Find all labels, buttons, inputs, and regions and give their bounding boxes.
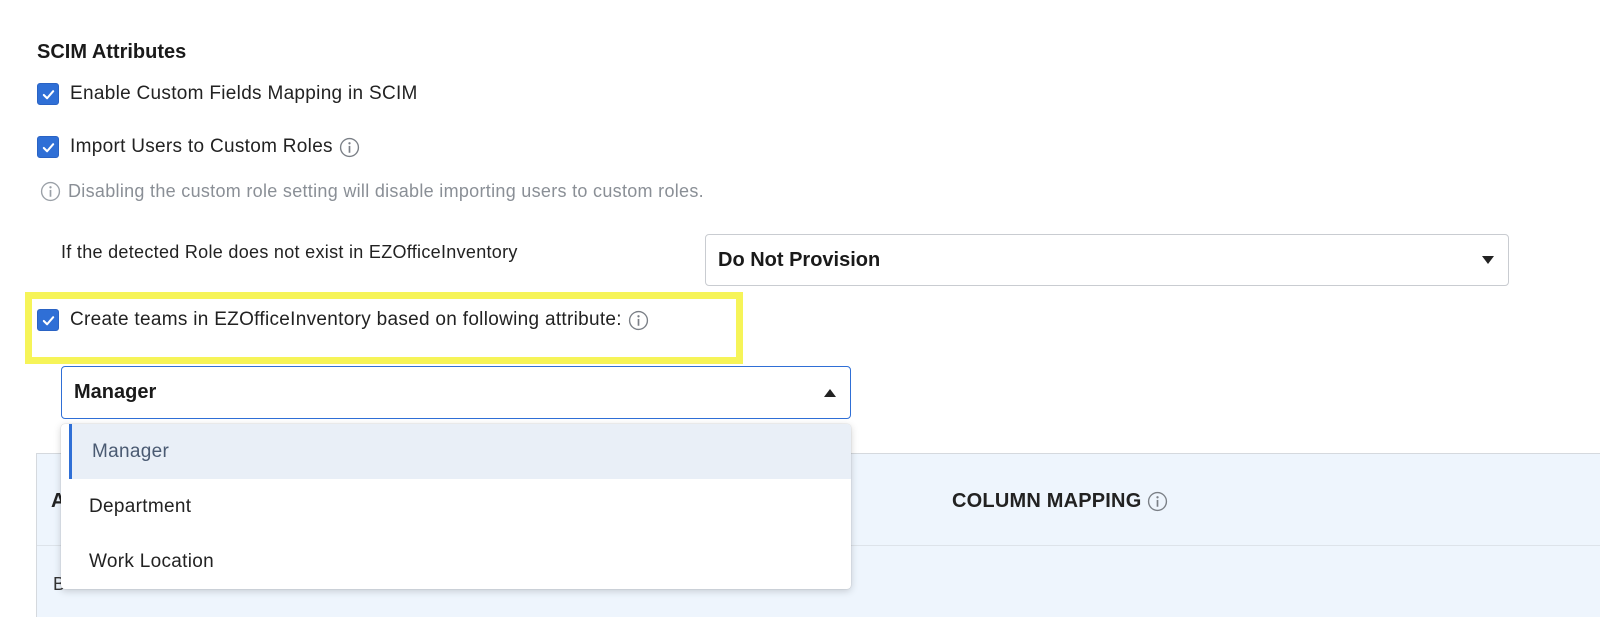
checkmark-icon	[42, 89, 54, 99]
info-icon[interactable]	[628, 310, 649, 331]
info-icon	[40, 181, 61, 202]
team-attribute-dropdown: Manager Department Work Location	[61, 424, 851, 589]
dropdown-option-department[interactable]: Department	[61, 479, 851, 534]
role-missing-label: If the detected Role does not exist in E…	[61, 242, 518, 262]
column-mapping-label: COLUMN MAPPING	[952, 490, 1142, 512]
custom-roles-hint: Disabling the custom role setting will d…	[40, 181, 704, 202]
caret-up-icon	[824, 388, 836, 397]
table-header-mapping: COLUMN MAPPING	[952, 490, 1168, 513]
custom-fields-row: Enable Custom Fields Mapping in SCIM	[37, 83, 418, 105]
checkmark-icon	[42, 315, 54, 325]
team-attribute-value: Manager	[74, 381, 157, 403]
info-icon[interactable]	[339, 137, 360, 158]
create-teams-row: Create teams in EZOfficeInventory based …	[37, 309, 649, 331]
section-title: SCIM Attributes	[37, 41, 187, 63]
info-icon[interactable]	[1147, 491, 1168, 512]
custom-fields-checkbox[interactable]	[37, 83, 59, 105]
custom-roles-row: Import Users to Custom Roles	[37, 136, 360, 158]
checkmark-icon	[42, 142, 54, 152]
create-teams-checkbox[interactable]	[37, 309, 59, 331]
custom-roles-checkbox[interactable]	[37, 136, 59, 158]
custom-roles-label: Import Users to Custom Roles	[70, 136, 333, 157]
dropdown-option-manager[interactable]: Manager	[69, 424, 851, 479]
custom-fields-label: Enable Custom Fields Mapping in SCIM	[70, 83, 418, 104]
role-missing-value: Do Not Provision	[718, 248, 881, 271]
team-attribute-select[interactable]: Manager	[61, 366, 851, 419]
hint-text: Disabling the custom role setting will d…	[68, 181, 704, 201]
caret-down-icon	[1482, 256, 1494, 264]
create-teams-label: Create teams in EZOfficeInventory based …	[70, 309, 622, 330]
role-missing-select[interactable]: Do Not Provision	[705, 234, 1509, 286]
scim-settings-page: SCIM Attributes Enable Custom Fields Map…	[0, 0, 1600, 617]
dropdown-option-work-location[interactable]: Work Location	[61, 534, 851, 589]
